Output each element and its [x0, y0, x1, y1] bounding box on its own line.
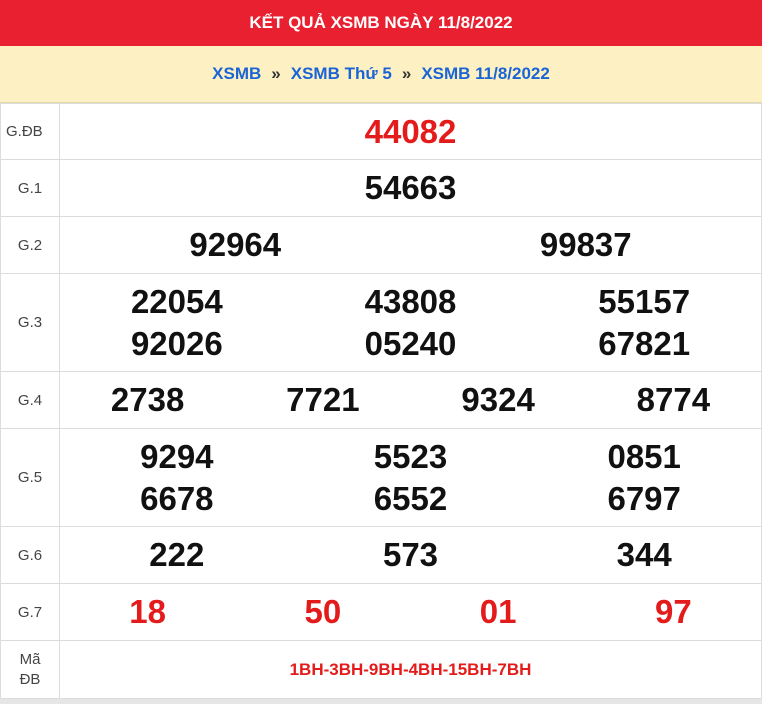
- prize-label: G.1: [0, 159, 60, 217]
- prize-number: 50: [304, 593, 342, 630]
- prize-number: 67821: [598, 324, 691, 362]
- breadcrumb-xsmb-thu-5[interactable]: XSMB Thứ 5: [291, 64, 392, 83]
- prize-number: 9324: [461, 381, 535, 418]
- prize-values: 54663: [59, 159, 762, 217]
- breadcrumb-xsmb-date[interactable]: XSMB 11/8/2022: [421, 64, 550, 83]
- prize-number: 01: [479, 593, 517, 630]
- prize-label: G.4: [0, 371, 60, 429]
- prize-values: 22054 43808 55157 92026 05240 67821: [59, 273, 762, 372]
- prize-number: 344: [616, 536, 672, 573]
- prize-row-g1: G.1 54663: [0, 159, 762, 217]
- prize-values: 44082: [59, 103, 762, 160]
- prize-number: 573: [382, 536, 439, 573]
- prize-number: 2738: [110, 381, 185, 418]
- prize-number: 43808: [364, 282, 457, 320]
- prize-number: 54663: [364, 169, 457, 206]
- prize-values: 18 50 01 97: [59, 583, 762, 641]
- prize-row-g3: G.3 22054 43808 55157 92026 05240 67821: [0, 273, 762, 372]
- prize-number: 6678: [140, 479, 214, 517]
- page-title: KẾT QUẢ XSMB NGÀY 11/8/2022: [0, 0, 762, 46]
- results-table: G.ĐB 44082 G.1 54663 G.2 92964 99837 G.3: [0, 103, 762, 699]
- prize-label: G.5: [0, 428, 60, 527]
- prize-row-db: G.ĐB 44082: [0, 103, 762, 160]
- prize-values: 2738 7721 9324 8774: [59, 371, 762, 429]
- ma-db-value: 1BH-3BH-9BH-4BH-15BH-7BH: [59, 640, 762, 699]
- ma-db-label: Mã ĐB: [0, 640, 60, 699]
- prize-number: 8774: [636, 381, 711, 418]
- prize-row-g2: G.2 92964 99837: [0, 216, 762, 274]
- prize-label: G.ĐB: [0, 103, 60, 160]
- prize-label: G.2: [0, 216, 60, 274]
- prize-number: 05240: [364, 324, 457, 362]
- prize-number: 5523: [373, 437, 448, 475]
- prize-number: 18: [129, 593, 166, 630]
- prize-number: 55157: [598, 282, 691, 320]
- prize-label: G.7: [0, 583, 60, 641]
- breadcrumb-separator: »: [401, 64, 412, 83]
- prize-number: 6552: [373, 479, 448, 517]
- prize-number-special: 44082: [364, 112, 457, 150]
- prize-number: 92026: [130, 324, 223, 362]
- prize-values: 222 573 344: [59, 526, 762, 584]
- prize-values: 9294 5523 0851 6678 6552 6797: [59, 428, 762, 527]
- breadcrumb-separator: »: [271, 64, 281, 83]
- breadcrumb-xsmb[interactable]: XSMB: [212, 64, 261, 83]
- ma-db-label-line2: ĐB: [19, 670, 41, 688]
- prize-row-g6: G.6 222 573 344: [0, 526, 762, 584]
- prize-number: 222: [149, 536, 205, 573]
- prize-number: 99837: [539, 226, 632, 263]
- ma-db-row: Mã ĐB 1BH-3BH-9BH-4BH-15BH-7BH: [0, 640, 762, 699]
- prize-number: 92964: [189, 226, 282, 263]
- prize-number: 0851: [607, 437, 681, 475]
- prize-number: 22054: [130, 282, 223, 320]
- prize-number: 7721: [286, 381, 360, 418]
- breadcrumb: XSMB » XSMB Thứ 5 » XSMB 11/8/2022: [0, 46, 762, 103]
- prize-values: 92964 99837: [59, 216, 762, 274]
- prize-number: 97: [655, 593, 692, 630]
- prize-row-g4: G.4 2738 7721 9324 8774: [0, 371, 762, 429]
- prize-number: 9294: [140, 437, 214, 475]
- prize-row-g5: G.5 9294 5523 0851 6678 6552 6797: [0, 428, 762, 527]
- results-widget: KẾT QUẢ XSMB NGÀY 11/8/2022 XSMB » XSMB Th…: [0, 0, 762, 704]
- prize-label: G.3: [0, 273, 60, 372]
- prize-label: G.6: [0, 526, 60, 584]
- prize-row-g7: G.7 18 50 01 97: [0, 583, 762, 641]
- ma-db-label-line1: Mã: [19, 650, 41, 668]
- prize-number: 6797: [607, 479, 681, 517]
